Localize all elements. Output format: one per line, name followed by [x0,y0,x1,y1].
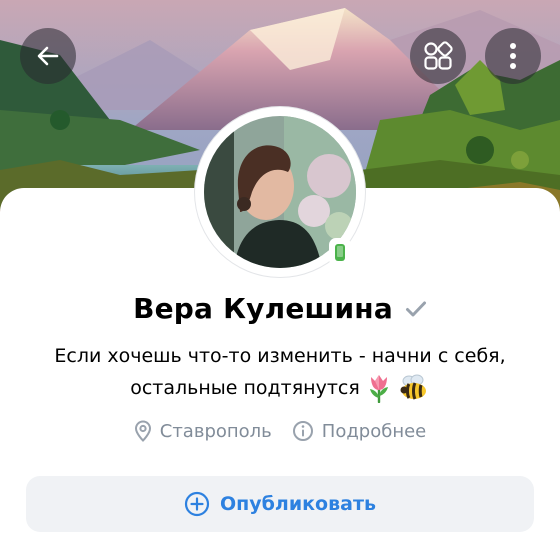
profile-status: Если хочешь что-то изменить - начни с се… [20,340,540,404]
back-button[interactable] [20,28,76,84]
location-pin-icon [134,420,152,442]
city-item: Ставрополь [134,420,272,442]
profile-screen: Вера Кулешина Если хочешь что-то изменит… [0,0,560,560]
online-mobile-badge [329,238,351,266]
details-link[interactable]: Подробнее [292,420,426,442]
avatar[interactable] [195,107,365,277]
mobile-phone-icon [335,243,345,261]
publish-button[interactable]: Опубликовать [26,476,534,532]
apps-grid-icon [423,41,453,71]
status-line-1: Если хочешь что-то изменить - начни с се… [54,345,506,367]
profile-name: Вера Кулешина [133,292,393,325]
details-label: Подробнее [321,420,427,442]
more-options-button[interactable] [485,28,541,84]
status-line-2: остальные подтянутся [130,377,360,399]
tulip-emoji [366,373,392,403]
bee-emoji [398,374,430,402]
check-icon[interactable] [405,300,427,318]
more-vertical-icon [509,42,517,70]
arrow-left-icon [35,43,61,69]
publish-button-label: Опубликовать [220,493,376,515]
plus-circle-icon [184,491,210,517]
city-label: Ставрополь [159,420,272,442]
profile-meta-row: Ставрополь Подробнее [0,420,560,442]
apps-button[interactable] [410,28,466,84]
info-circle-icon [292,420,314,442]
profile-name-row: Вера Кулешина [0,292,560,325]
status-line-2-row: остальные подтянутся [20,372,540,404]
